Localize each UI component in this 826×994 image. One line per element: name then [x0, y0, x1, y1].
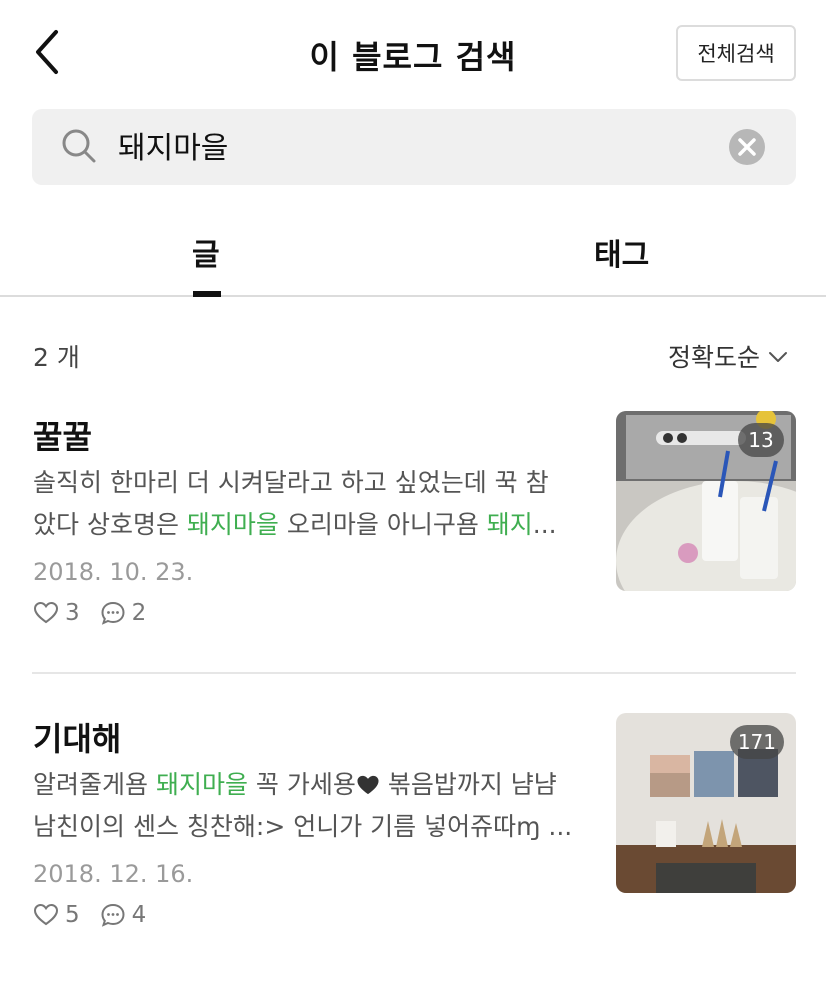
snippet-line: 남친이의 센스 칭찬해:> 언니가 기름 넣어쥬따ɱ ...	[33, 812, 573, 841]
chevron-down-icon	[769, 352, 788, 362]
search-bar	[32, 109, 796, 185]
snippet-text: 꼭 가세용	[247, 770, 356, 799]
active-tab-indicator	[193, 291, 221, 297]
comment-icon	[101, 601, 125, 625]
sort-dropdown[interactable]: 정확도순	[668, 338, 788, 374]
like-count: 3	[65, 600, 80, 626]
post-snippet: 알려줄게욤 돼지마을 꼭 가세용 볶음밥까지 냠냠 남친이의 센스 칭찬해:> …	[33, 764, 585, 848]
snippet-text: 볶음밥까지 냠냠	[379, 770, 557, 799]
sort-label: 정확도순	[668, 343, 761, 372]
tab-tags[interactable]: 태그	[594, 230, 649, 274]
post-date: 2018. 12. 16.	[33, 860, 194, 888]
snippet-line: 았다 상호명은 돼지마을 오리마을 아니구욤 돼지...	[33, 504, 585, 546]
post-stats: 3 2	[33, 600, 166, 626]
search-input[interactable]	[118, 128, 718, 162]
post-date: 2018. 10. 23.	[33, 558, 194, 586]
search-highlight: 돼지마을	[155, 770, 248, 799]
search-highlight: 돼지마을	[186, 510, 279, 539]
header: 이 블로그 검색 전체검색	[0, 0, 826, 100]
post-thumbnail[interactable]: 171	[616, 713, 796, 893]
divider	[32, 672, 796, 674]
comment-count: 2	[131, 600, 147, 626]
comment-icon	[101, 903, 125, 927]
post-stats: 5 4	[33, 902, 166, 928]
post-title[interactable]: 기대해	[33, 714, 121, 760]
like-count: 5	[65, 902, 80, 928]
snippet-line: 알려줄게욤 돼지마을 꼭 가세용 볶음밥까지 냠냠	[33, 764, 585, 806]
comment-count: 4	[131, 902, 147, 928]
heart-icon	[33, 601, 59, 624]
snippet-text: 알려줄게욤	[33, 770, 156, 799]
result-count: 2 개	[33, 343, 80, 372]
post-title[interactable]: 꿀꿀	[33, 412, 92, 458]
clear-search-button[interactable]	[729, 129, 765, 165]
snippet-line: 솔직히 한마리 더 시켜달라고 하고 싶었는데 꾹 참	[33, 468, 549, 497]
snippet-text: ...	[532, 510, 557, 539]
search-highlight: 돼지	[486, 510, 533, 539]
heart-emoji-icon	[357, 775, 379, 795]
photo-count-badge: 171	[729, 725, 784, 759]
tab-bar: 글 태그	[0, 210, 826, 297]
post-thumbnail[interactable]: 13	[616, 411, 796, 591]
photo-count-badge: 13	[738, 423, 784, 457]
full-search-button[interactable]: 전체검색	[676, 25, 796, 81]
post-snippet: 솔직히 한마리 더 시켜달라고 하고 싶었는데 꾹 참 았다 상호명은 돼지마을…	[33, 462, 585, 546]
search-icon	[62, 129, 96, 163]
snippet-text: 오리마을 아니구욤	[278, 510, 487, 539]
heart-icon	[33, 903, 59, 926]
tab-posts[interactable]: 글	[192, 230, 220, 274]
snippet-text: 았다 상호명은	[33, 510, 187, 539]
clear-icon	[738, 138, 756, 156]
